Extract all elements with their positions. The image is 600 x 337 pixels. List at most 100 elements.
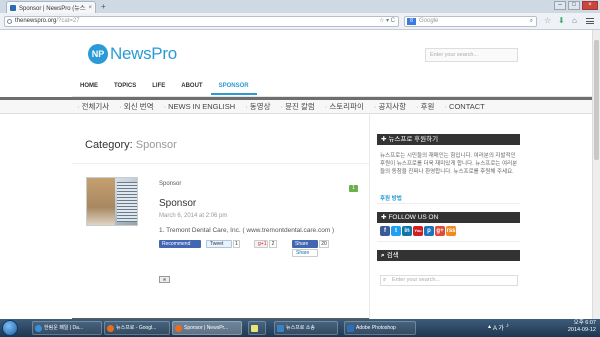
nav-about[interactable]: ABOUT <box>173 78 210 95</box>
taskbar-item-mail[interactable]: 한림운 패일 | Da... <box>32 321 102 335</box>
subnav-storify[interactable]: 스토리파이 <box>320 100 369 113</box>
taskbar-item-label: Adobe Photoshop <box>356 325 396 331</box>
browser-toolbar-icons: ☆ ⬇ ⌂ <box>544 17 594 25</box>
nav-sponsor[interactable]: SPONSOR <box>210 78 257 95</box>
facebook-share-count: 20 <box>319 240 329 248</box>
site-logo[interactable]: NP NewsPro <box>88 44 177 64</box>
taskbar-item-photoshop[interactable]: Adobe Photoshop <box>344 321 416 335</box>
rss-icon[interactable]: rss <box>446 226 456 236</box>
menu-icon[interactable] <box>586 18 594 24</box>
twitter-icon[interactable]: t <box>391 226 401 236</box>
taskbar-item-firefox-2[interactable]: Sponsor | NewsPr... <box>172 321 242 335</box>
post-title[interactable]: Sponsor <box>159 198 196 209</box>
sidebar: ✚ 뉴스프로 후원하기 뉴스프로는 시민들의 재매인는 힘입니다. 여러분의 자발… <box>377 114 520 319</box>
ie-icon <box>35 325 42 332</box>
plus-icon: ✚ <box>381 214 387 221</box>
search-icon[interactable]: ⌕ <box>530 17 533 26</box>
url-domain: thenewspro.org <box>15 18 57 24</box>
browser-tab-bar: Sponsor | NewsPro (뉴스... × + – □ × <box>0 0 600 13</box>
donate-heading-text: 뉴스프로 후원하기 <box>388 136 439 143</box>
tweet-count: 1 <box>233 240 240 248</box>
sidebar-search-placeholder: Enter your search... <box>392 277 440 283</box>
subnav-donate[interactable]: 후원 <box>411 100 439 113</box>
keyboard-lang-indicator[interactable]: A 가 <box>493 323 504 332</box>
notepad-icon <box>251 325 258 332</box>
photoshop-icon <box>347 325 354 332</box>
tab-close-icon[interactable]: × <box>88 5 92 11</box>
search-icon: ⌕ <box>381 252 385 259</box>
google-plus-count: 2 <box>269 240 277 248</box>
post-date: March 6, 2014 at 2:06 pm <box>159 213 228 219</box>
globe-icon <box>7 19 12 24</box>
google-plus-button[interactable]: g+1 <box>254 240 268 248</box>
category-label: Category: <box>85 139 133 151</box>
tray-arrow-icon[interactable]: ▴ <box>488 323 491 332</box>
browser-tab[interactable]: Sponsor | NewsPro (뉴스... × <box>6 1 96 13</box>
minimize-button[interactable]: – <box>554 1 566 10</box>
site-favicon-icon <box>10 4 16 11</box>
share-buttons: Recommend Tweet 1 g+1 2 Share 20 Share <box>159 240 359 266</box>
subnav-notice[interactable]: 공지사항 <box>369 100 411 113</box>
podcast-icon[interactable]: p <box>424 226 434 236</box>
close-window-button[interactable]: × <box>582 1 598 10</box>
clock-date: 2014-09-12 <box>567 327 596 333</box>
linkedin-icon[interactable]: in <box>402 226 412 236</box>
clock[interactable]: 오후 6:07 2014-09-12 <box>568 320 596 334</box>
web-page: NP NewsPro Enter your search... HOME TOP… <box>0 30 600 319</box>
volume-icon[interactable]: ♪ <box>506 323 509 332</box>
sidebar-divider <box>377 203 520 204</box>
subnav-contact[interactable]: CONTACT <box>439 100 489 113</box>
post-thumbnail[interactable] <box>86 177 138 226</box>
email-share-icon[interactable]: ✉ <box>159 276 170 283</box>
search-engine-icon[interactable]: 8 <box>407 18 416 25</box>
facebook-icon[interactable]: f <box>380 226 390 236</box>
facebook-share-button[interactable]: Share <box>292 240 318 248</box>
tweet-button[interactable]: Tweet <box>206 240 232 248</box>
taskbar-item-label: 한림운 패일 | Da... <box>44 325 84 331</box>
new-tab-button[interactable]: + <box>101 2 106 11</box>
taskbar-item-folder[interactable]: 뉴스프로 소송 <box>274 321 338 335</box>
download-icon[interactable]: ⬇ <box>558 17 566 25</box>
firefox-icon <box>107 325 114 332</box>
start-button[interactable] <box>2 320 18 336</box>
site-search-input[interactable]: Enter your search... <box>425 48 518 62</box>
nav-home[interactable]: HOME <box>72 78 106 95</box>
url-path: /?cat=27 <box>56 18 80 24</box>
donate-link[interactable]: 후원 방법 <box>380 194 402 202</box>
nav-life[interactable]: LIFE <box>144 78 173 95</box>
comment-count-badge[interactable]: 1 <box>349 185 358 192</box>
facebook-recommend-button[interactable]: Recommend <box>159 240 201 248</box>
home-icon[interactable]: ⌂ <box>572 17 580 25</box>
bookmark-star-icon[interactable]: ☆ <box>544 17 552 25</box>
taskbar-item-firefox-1[interactable]: 뉴스프로 - Googl... <box>104 321 170 335</box>
linkedin-share-button[interactable]: Share <box>292 249 318 257</box>
taskbar-item-notepad[interactable] <box>248 321 266 335</box>
system-tray: ▴ A 가 ♪ <box>488 323 509 332</box>
donate-text: 뉴스프로는 시민들의 재매인는 힘입니다. 여러분의 자발적인 후원이 뉴스프로… <box>380 153 518 175</box>
browser-search-input[interactable]: 8 Google ⌕ <box>404 16 537 27</box>
scrollbar-thumb[interactable] <box>594 40 599 160</box>
youtube-icon[interactable]: You <box>413 226 423 236</box>
address-bar[interactable]: thenewspro.org/?cat=27 ☆ ▾ C <box>4 16 399 27</box>
category-header: Category: Sponsor <box>72 114 369 164</box>
donate-heading: ✚ 뉴스프로 후원하기 <box>377 134 520 145</box>
subnav-news-in-english[interactable]: NEWS IN ENGLISH <box>158 100 240 113</box>
follow-heading-text: FOLLOW US ON <box>388 214 439 221</box>
taskbar-item-label: 뉴스프로 소송 <box>286 325 315 331</box>
sidebar-search-input[interactable]: ⌕ Enter your search... <box>380 275 518 286</box>
maximize-button[interactable]: □ <box>568 1 580 10</box>
taskbar-item-label: 뉴스프로 - Googl... <box>116 325 157 331</box>
window-controls: – □ × <box>554 1 598 10</box>
clock-time: 오후 6:07 <box>573 320 596 326</box>
nav-topics[interactable]: TOPICS <box>106 78 144 95</box>
subnav-foreign-translation[interactable]: 외신 번역 <box>114 100 158 113</box>
post-category[interactable]: Sponsor <box>159 181 181 187</box>
subnav-column[interactable]: 뮨진 칼럼 <box>275 100 319 113</box>
plus-icon: ✚ <box>381 136 387 143</box>
post-item: Sponsor Sponsor March 6, 2014 at 2:06 pm… <box>72 165 369 319</box>
subnav-video[interactable]: 동영상 <box>240 100 275 113</box>
subnav-all-articles[interactable]: 전체기사 <box>72 100 114 113</box>
google-plus-icon[interactable]: g+ <box>435 226 445 236</box>
address-bar-actions[interactable]: ☆ ▾ C <box>379 17 395 26</box>
page-scrollbar[interactable] <box>592 30 600 319</box>
